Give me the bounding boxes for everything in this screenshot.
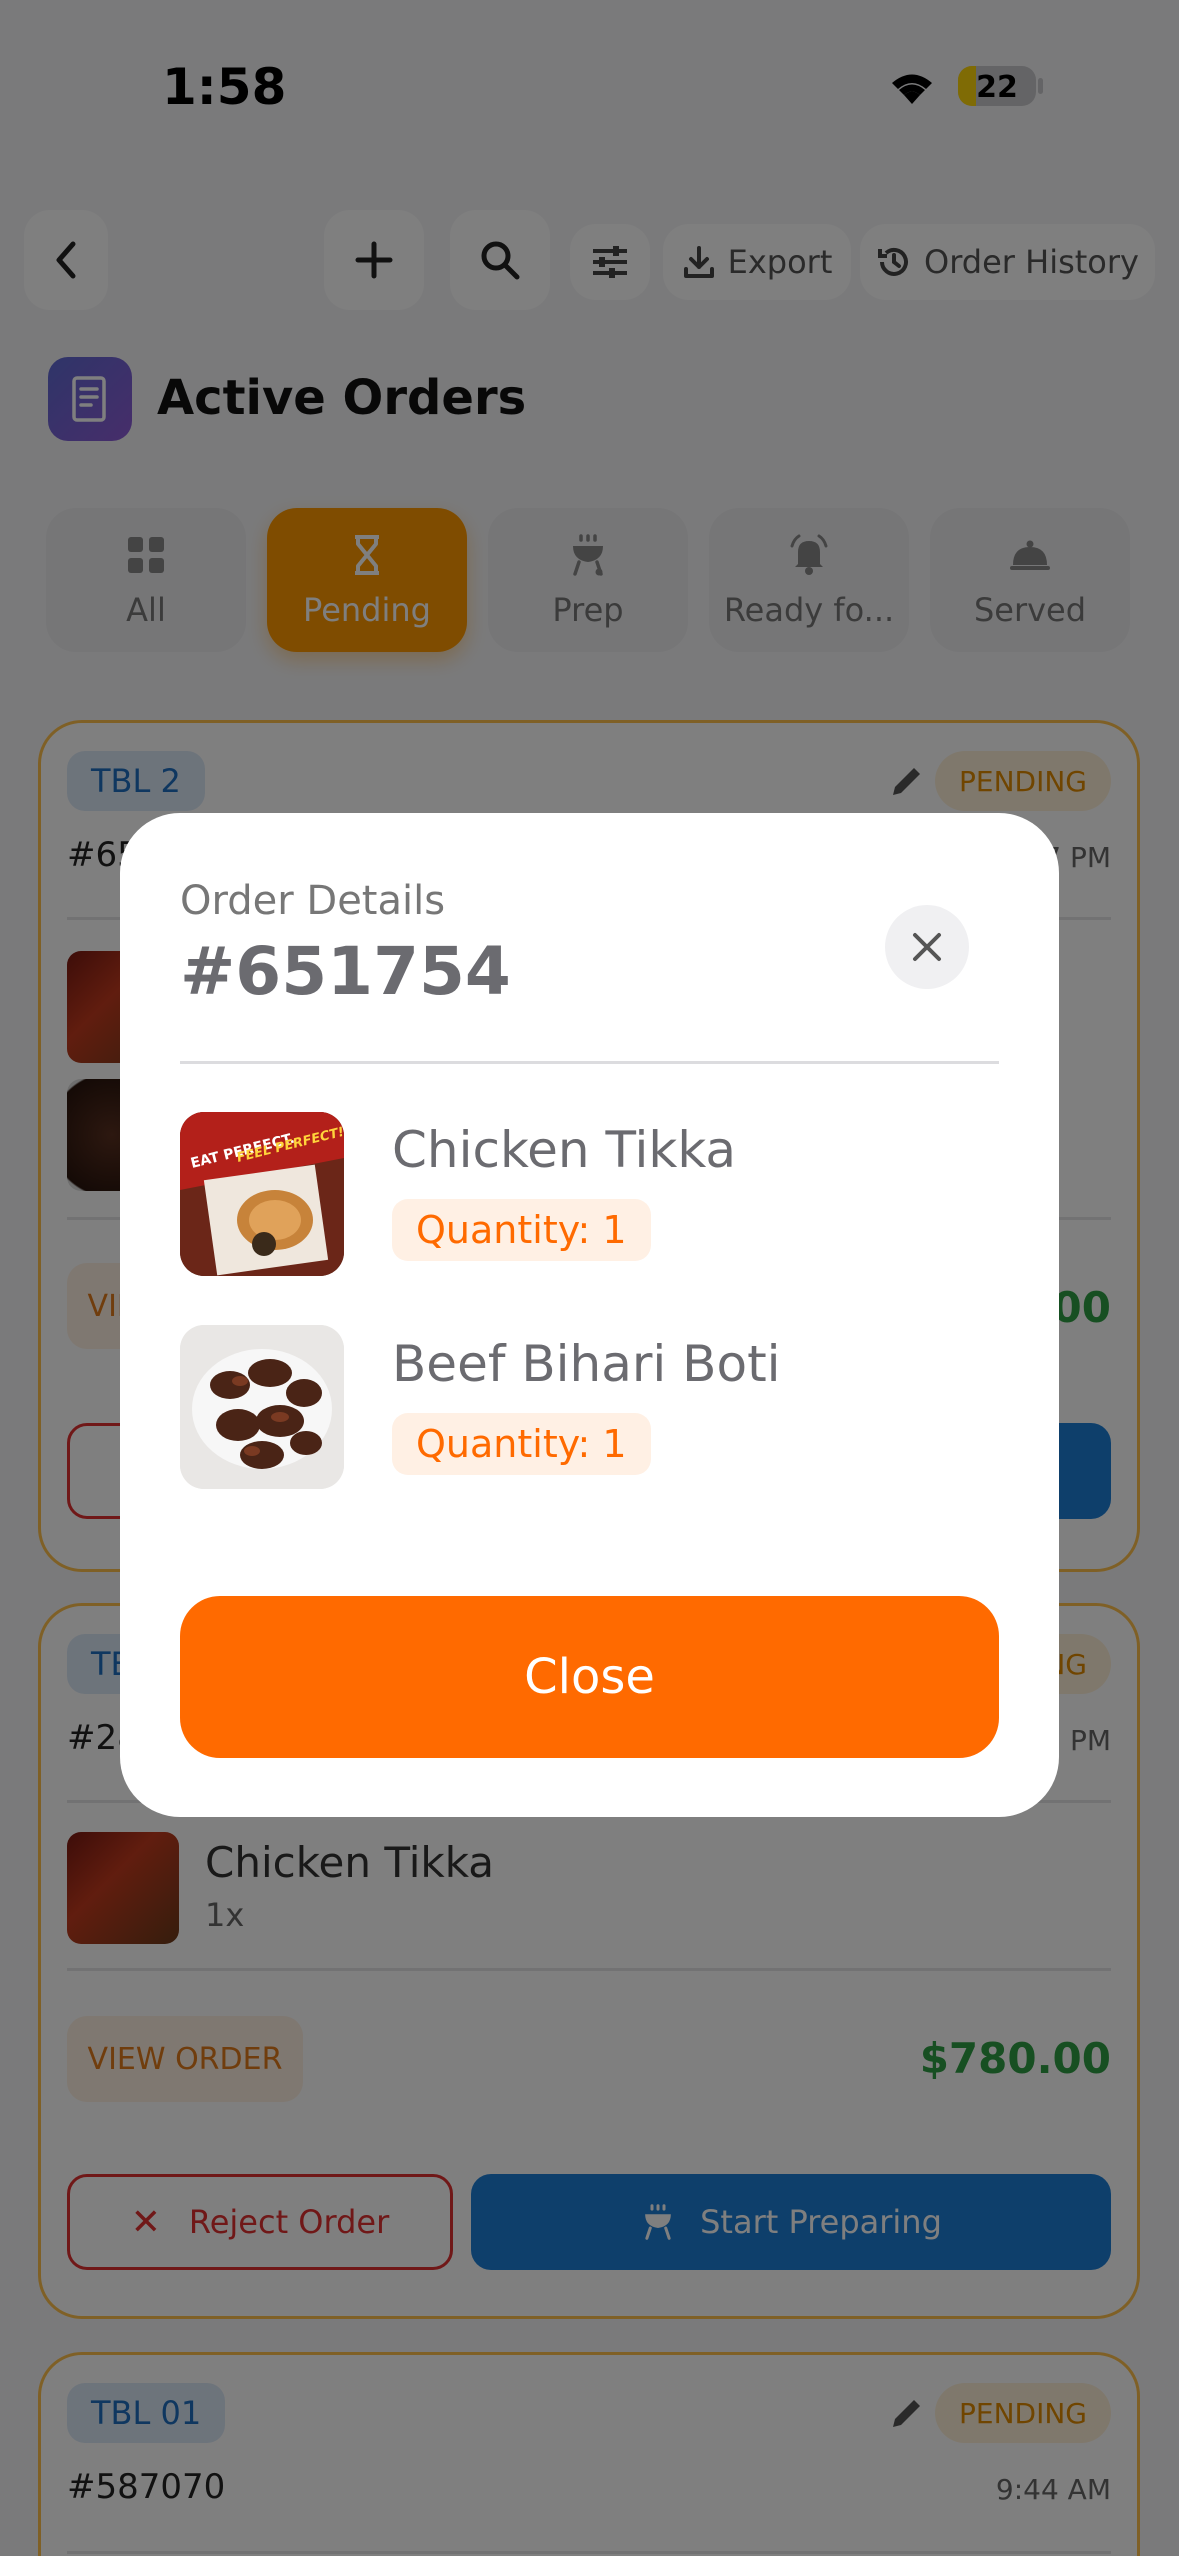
close-button[interactable]: Close <box>180 1596 999 1758</box>
modal-subtitle: Order Details <box>180 878 446 924</box>
order-details-modal: Order Details #651754 EAT PERFECT. FEEL … <box>120 813 1059 1817</box>
beef-bihari-boti-thumbnail <box>180 1325 344 1489</box>
modal-item-quantity: Quantity: 1 <box>392 1199 651 1261</box>
modal-item-name: Beef Bihari Boti <box>392 1335 781 1393</box>
close-icon <box>913 933 941 961</box>
modal-item-name: Chicken Tikka <box>392 1121 737 1179</box>
modal-close-icon-button[interactable] <box>885 905 969 989</box>
modal-order-number: #651754 <box>180 933 511 1010</box>
modal-divider <box>180 1061 999 1064</box>
modal-item-quantity: Quantity: 1 <box>392 1413 651 1475</box>
chicken-tikka-thumbnail: EAT PERFECT. FEEL PERFECT! <box>180 1112 344 1276</box>
